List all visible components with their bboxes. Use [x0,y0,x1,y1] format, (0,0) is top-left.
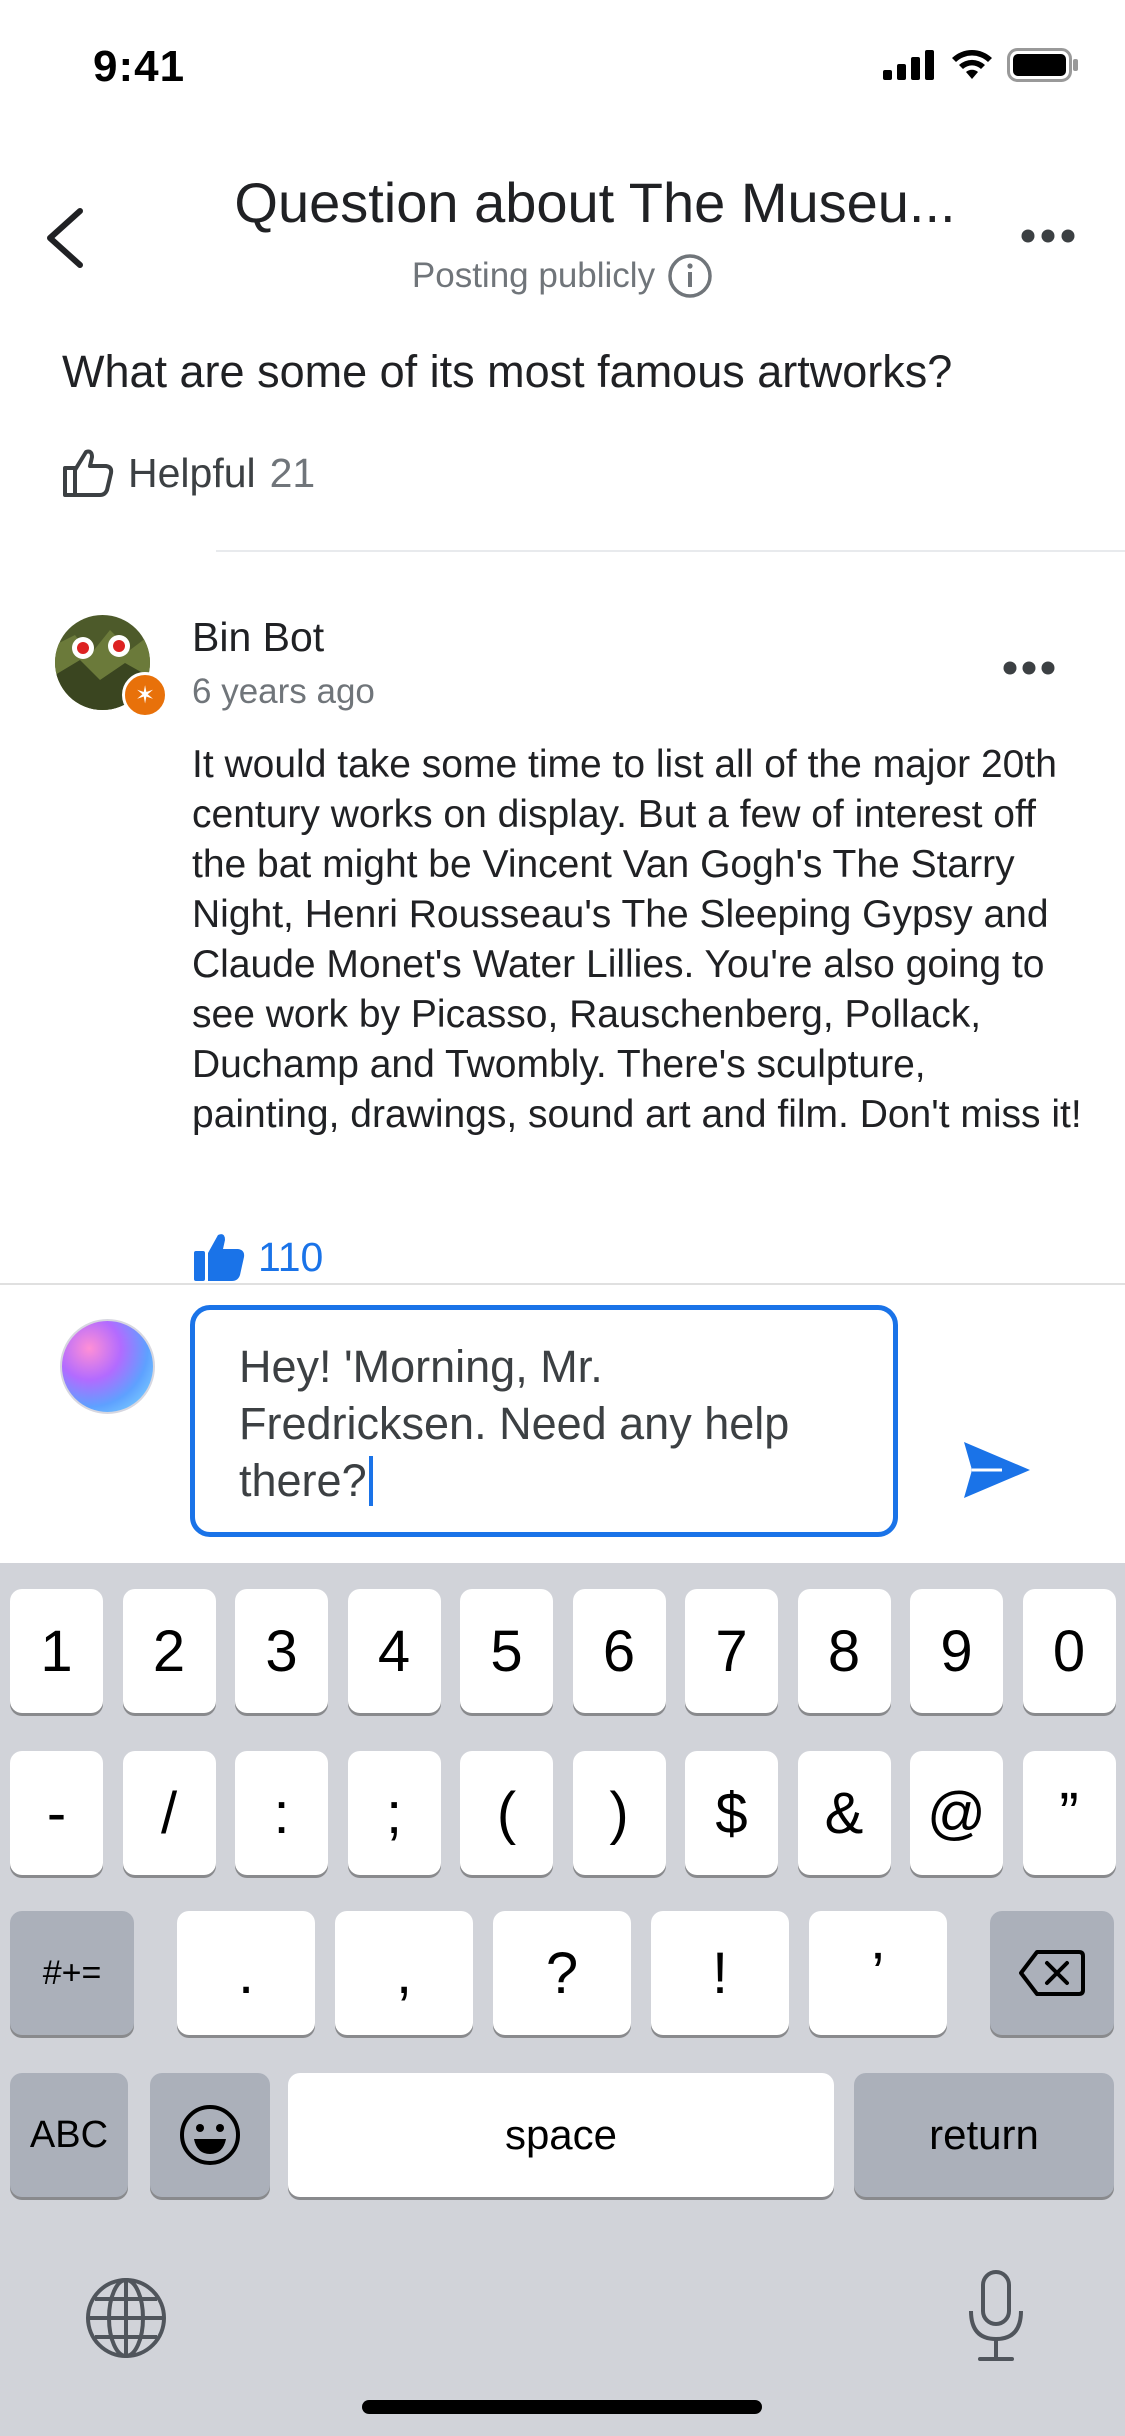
key-row1-1[interactable]: 2 [122,1589,216,1713]
dictation-button[interactable] [966,2269,1026,2370]
key-row1-6[interactable]: 7 [685,1589,778,1713]
keyboard: 1234567890 - /:;() $ & @” #+= .,?!’ ABC spac… [0,1563,1125,2436]
status-time: 9:41 [93,42,186,91]
key-row2-0[interactable]: - [10,1751,103,1875]
answer-author[interactable]: Bin Bot [192,614,324,661]
microphone-icon [969,2270,1023,2361]
key-row2-8[interactable]: @ [910,1751,1003,1875]
key-row1-2[interactable]: 3 [235,1589,328,1713]
answer-text: It would take some time to list all of t… [192,743,1082,1136]
key-row2-6[interactable]: $ [685,1751,778,1875]
posting-visibility: Posting publicly [0,253,1125,299]
cellular-signal-icon [883,50,934,80]
status-icons [883,48,1079,82]
star-icon: ✶ [134,681,156,709]
helpful-button[interactable]: Helpful 21 [62,448,315,498]
key-delete[interactable] [990,1911,1114,2035]
emoji-icon [180,2105,240,2165]
key-row3-1[interactable]: , [335,1911,473,2035]
key-row2-4[interactable]: ( [460,1751,553,1875]
key-row2-9[interactable]: ” [1022,1751,1116,1875]
key-row3-0[interactable]: . [177,1911,315,2035]
send-icon [964,1442,1030,1498]
thumbs-up-filled-icon [194,1234,245,1281]
reply-input[interactable]: Hey! 'Morning, Mr. Fredricksen. Need any… [190,1305,898,1537]
globe-button[interactable] [83,2275,169,2366]
question-text: What are some of its most famous artwork… [62,346,953,397]
more-options-button[interactable] [1020,228,1076,249]
send-button[interactable] [962,1440,1032,1505]
user-avatar[interactable] [60,1319,155,1414]
like-button[interactable]: 110 [192,1232,323,1282]
text-caret [368,1456,373,1506]
wifi-icon [952,50,992,79]
globe-icon [86,2278,166,2358]
key-emoji[interactable] [150,2073,270,2197]
page-title: Question about The Museu... [234,171,956,234]
key-row1-4[interactable]: 5 [460,1589,553,1713]
more-horizontal-icon [1003,661,1055,675]
top-contributor-badge: ✶ [122,672,168,718]
key-row1-8[interactable]: 9 [910,1589,1003,1713]
helpful-label: Helpful [128,449,256,496]
key-space[interactable]: space [288,2073,834,2197]
key-row2-2[interactable]: : [235,1751,328,1875]
battery-icon [1007,48,1078,82]
thumbs-up-outline-icon [63,449,114,497]
key-row1-3[interactable]: 4 [347,1589,441,1713]
more-horizontal-icon [1021,229,1075,243]
key-row2-3[interactable]: ; [347,1751,441,1875]
key-row1-5[interactable]: 6 [572,1589,666,1713]
key-row1-0[interactable]: 1 [10,1589,103,1713]
helpful-count: 21 [269,449,316,496]
key-return[interactable]: return [854,2073,1114,2197]
home-indicator [362,2400,762,2414]
reply-input-value: Hey! 'Morning, Mr. Fredricksen. Need any… [239,1341,790,1506]
key-row3-2[interactable]: ? [493,1911,631,2035]
key-more-symbols[interactable]: #+= [10,1911,134,2035]
answer-more-button[interactable] [1003,660,1055,681]
key-row3-4[interactable]: ’ [809,1911,947,2035]
answer-timestamp: 6 years ago [192,672,375,711]
key-row2-7[interactable]: & [797,1751,891,1875]
key-row2-5[interactable]: ) [572,1751,666,1875]
key-row1-9[interactable]: 0 [1022,1589,1116,1713]
key-row1-7[interactable]: 8 [797,1589,891,1713]
like-count: 110 [258,1233,324,1280]
key-row3-3[interactable]: ! [651,1911,789,2035]
key-abc[interactable]: ABC [10,2073,128,2197]
posting-visibility-label: Posting publicly [411,256,656,295]
backspace-icon [1019,1950,1085,1996]
divider [216,550,1125,552]
key-row2-1[interactable]: / [122,1751,216,1875]
info-icon[interactable] [667,253,713,299]
